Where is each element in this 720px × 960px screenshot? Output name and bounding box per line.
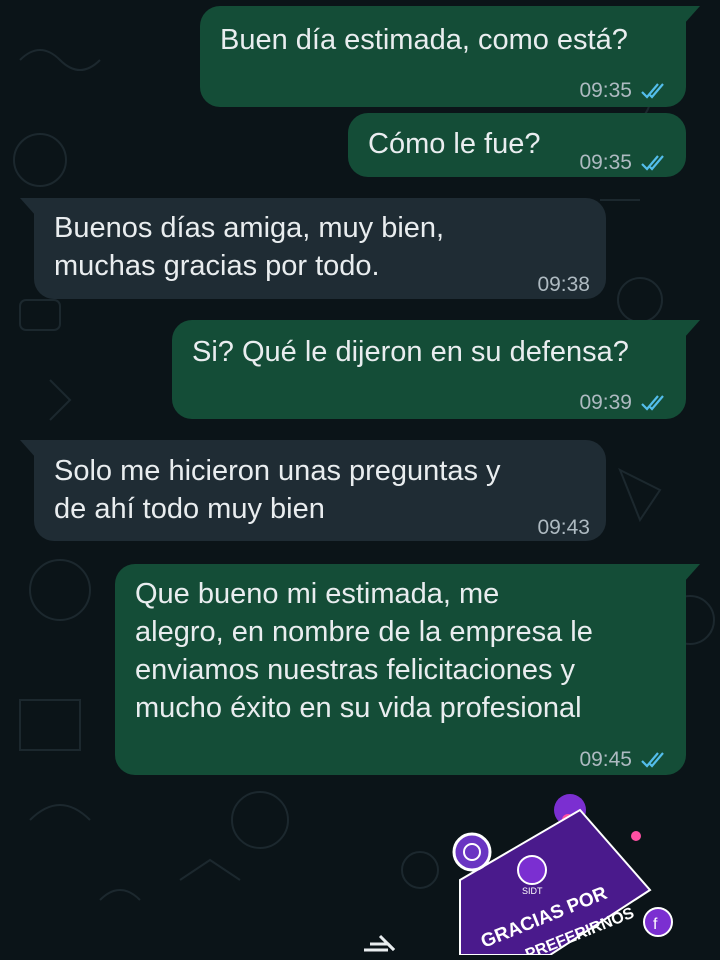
message-meta: 09:35: [579, 72, 670, 109]
message-meta: 09:38: [537, 266, 590, 303]
message-text-line: mucho éxito en su vida profesional: [135, 692, 582, 724]
message-bubble-outgoing[interactable]: Buen día estimada, como está? 09:35: [200, 6, 700, 109]
message-text: Cómo le fue?: [368, 128, 541, 160]
bubble-tail: [20, 198, 36, 216]
message-meta: 09:45: [579, 741, 670, 778]
bubble-tail: [20, 440, 36, 458]
message-meta: 09:43: [537, 509, 590, 546]
message-text-line: Buenos días amiga, muy bien,: [54, 212, 445, 244]
message-time: 09:35: [579, 79, 632, 102]
message-text-line: de ahí todo muy bien: [54, 493, 325, 525]
message-meta: 09:35: [579, 144, 670, 181]
message-bubble-incoming[interactable]: Buenos días amiga, muy bien, muchas grac…: [20, 198, 606, 299]
message-text: Si? Qué le dijeron en su defensa?: [192, 336, 629, 368]
logo-badge: [517, 855, 547, 885]
message-bubble-outgoing[interactable]: Que bueno mi estimada, me alegro, en nom…: [115, 564, 700, 778]
message-time: 09:38: [537, 273, 590, 296]
promo-sticker[interactable]: SIDT GRACIAS POR PREFERIRNOS f: [440, 790, 720, 960]
bubble-tail: [684, 320, 700, 338]
message-text-line: Solo me hicieron unas preguntas y: [54, 455, 501, 487]
message-bubble-outgoing[interactable]: Si? Qué le dijeron en su defensa? 09:39: [172, 320, 700, 421]
double-check-icon: [641, 751, 664, 768]
facebook-icon: f: [653, 916, 658, 933]
logo-text: SIDT: [522, 886, 543, 896]
message-text-line: enviamos nuestras felicitaciones y: [135, 654, 576, 686]
message-meta: 09:39: [579, 384, 670, 421]
message-time: 09:45: [579, 748, 632, 771]
double-check-icon: [641, 154, 664, 171]
double-check-icon: [641, 82, 664, 99]
bubble-tail: [684, 564, 700, 582]
forward-icon[interactable]: [360, 930, 404, 955]
message-time: 09:35: [579, 151, 632, 174]
message-bubble-incoming[interactable]: Solo me hicieron unas preguntas y de ahí…: [20, 440, 606, 541]
promo-graphic: SIDT GRACIAS POR PREFERIRNOS f: [452, 794, 673, 960]
double-check-icon: [641, 394, 664, 411]
bubble-tail: [684, 6, 700, 24]
message-text-line: Que bueno mi estimada, me: [135, 578, 500, 610]
message-bubble-outgoing[interactable]: Cómo le fue? 09:35: [348, 113, 686, 177]
message-text: Buen día estimada, como está?: [220, 24, 628, 56]
message-text-line: muchas gracias por todo.: [54, 250, 380, 282]
message-time: 09:39: [579, 391, 632, 414]
message-text-line: alegro, en nombre de la empresa le: [135, 616, 593, 648]
message-time: 09:43: [537, 516, 590, 539]
